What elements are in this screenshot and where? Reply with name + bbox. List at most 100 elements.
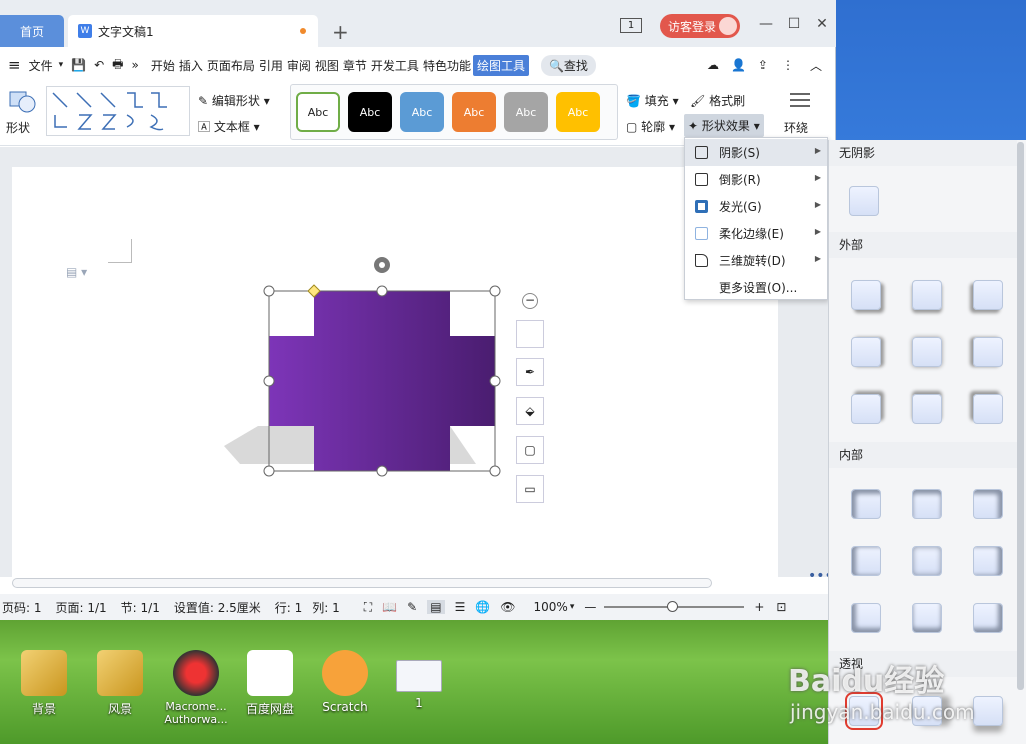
swatch-outer[interactable] <box>973 280 1003 310</box>
desktop-icon-scenery[interactable]: 风景 <box>90 650 150 717</box>
line-gallery[interactable] <box>46 86 190 136</box>
new-tab-button[interactable]: + <box>332 20 349 44</box>
swatch-outer[interactable] <box>851 280 881 310</box>
swatch-inner[interactable] <box>851 603 881 633</box>
collapse-icon[interactable]: − <box>522 293 538 309</box>
swatch-outer[interactable] <box>912 337 942 367</box>
outline-button[interactable]: ▢ 轮廓 ▾ <box>626 118 675 135</box>
swatch-inner[interactable] <box>973 489 1003 519</box>
zoom-chevron-icon[interactable]: ▾ <box>570 602 575 612</box>
desktop-icon-scratch[interactable]: Scratch <box>315 650 375 714</box>
undo-icon[interactable]: ↶ <box>94 58 104 72</box>
minimize-button[interactable]: — <box>756 16 776 32</box>
swatch-perspective[interactable] <box>973 696 1003 726</box>
share-user-icon[interactable]: 👤 <box>731 58 746 72</box>
paragraph-icon[interactable]: ▤ ▾ <box>66 265 87 279</box>
swatch-no-shadow[interactable] <box>849 186 879 216</box>
read-mode-icon[interactable]: 📖 <box>382 600 397 614</box>
wrap-icon[interactable] <box>788 90 812 112</box>
save-icon[interactable]: 💾 <box>71 58 86 72</box>
fill-bucket-icon[interactable]: ⬙ <box>516 397 544 425</box>
style-white[interactable]: Abc <box>296 92 340 132</box>
outline-icon[interactable]: ▢ <box>516 436 544 464</box>
menu-file[interactable]: 文件 <box>27 57 55 74</box>
swatch-inner[interactable] <box>912 603 942 633</box>
menu-layout[interactable]: 页面布局 <box>205 57 257 74</box>
desktop-icon-background[interactable]: 背景 <box>14 650 74 717</box>
cloud-icon[interactable]: ☁ <box>707 58 719 72</box>
eye-icon[interactable]: 👁 <box>500 600 515 614</box>
tab-home[interactable]: 首页 <box>0 15 64 47</box>
zoom-level[interactable]: 100% <box>534 600 568 614</box>
maximize-button[interactable]: ☐ <box>784 16 804 32</box>
menu-item-more-settings[interactable]: 更多设置(O)... <box>685 274 827 301</box>
menu-chapter[interactable]: 章节 <box>341 57 369 74</box>
fill-button[interactable]: 🪣 填充 ▾ <box>626 92 679 109</box>
close-button[interactable]: ✕ <box>812 16 832 32</box>
more-icon[interactable]: » <box>131 58 138 72</box>
style-blue[interactable]: Abc <box>400 92 444 132</box>
menu-item-3d-rotation[interactable]: 三维旋转(D) ▶ <box>685 247 827 274</box>
hamburger-icon[interactable]: ≡ <box>8 56 21 74</box>
horizontal-scrollbar[interactable] <box>12 578 712 588</box>
web-view-icon[interactable]: 🌐 <box>475 600 490 614</box>
search-button[interactable]: 🔍查找 <box>540 54 596 76</box>
menu-reference[interactable]: 引用 <box>257 57 285 74</box>
outline-view-icon[interactable]: ☰ <box>455 600 466 614</box>
style-gray[interactable]: Abc <box>504 92 548 132</box>
menu-item-shadow[interactable]: 阴影(S) ▶ <box>685 139 827 166</box>
swatch-outer[interactable] <box>851 394 881 424</box>
page-count-icon[interactable]: 1 <box>620 18 642 33</box>
swatch-inner[interactable] <box>851 546 881 576</box>
guest-login-button[interactable]: 访客登录 <box>660 14 740 38</box>
menu-insert[interactable]: 插入 <box>177 57 205 74</box>
desktop-icon-baidu-netdisk[interactable]: 百度网盘 <box>240 650 300 717</box>
fit-page-icon[interactable]: ⊡ <box>776 600 786 614</box>
swatch-outer[interactable] <box>973 337 1003 367</box>
swatch-inner[interactable] <box>912 489 942 519</box>
share-icon[interactable]: ⇪ <box>758 58 768 72</box>
shape-icon[interactable] <box>8 88 36 114</box>
menu-drawing-tools[interactable]: 绘图工具 <box>472 54 529 76</box>
edit-mode-icon[interactable]: ✎ <box>407 600 417 614</box>
cross-shape[interactable] <box>210 250 530 480</box>
edit-shape-button[interactable]: ✎ 编辑形状 ▾ <box>198 92 270 109</box>
chevron-down-icon[interactable]: ▾ <box>59 60 64 70</box>
panel-scrollbar[interactable] <box>1017 142 1024 690</box>
swatch-outer[interactable] <box>912 394 942 424</box>
wrap-label[interactable]: 环绕 <box>784 119 808 136</box>
fullscreen-icon[interactable]: ⛶ <box>364 600 372 615</box>
menu-view[interactable]: 视图 <box>313 57 341 74</box>
shape-label[interactable]: 形状 <box>6 119 30 136</box>
style-orange[interactable]: Abc <box>452 92 496 132</box>
menu-developer[interactable]: 开发工具 <box>369 57 421 74</box>
pen-icon[interactable]: ✒ <box>516 358 544 386</box>
zoom-slider[interactable] <box>604 601 745 612</box>
menu-special[interactable]: 特色功能 <box>421 57 473 74</box>
zoom-in-button[interactable]: + <box>754 600 764 614</box>
text-box-icon[interactable]: ▭ <box>516 475 544 503</box>
tab-document[interactable]: W 文字文稿1 <box>68 15 318 47</box>
format-brush-button[interactable]: 🖌 格式刷 <box>690 92 745 109</box>
style-gold[interactable]: Abc <box>556 92 600 132</box>
swatch-inner[interactable] <box>851 489 881 519</box>
textbox-button[interactable]: 🄰 文本框 ▾ <box>198 118 260 135</box>
swatch-outer[interactable] <box>851 337 881 367</box>
print-icon[interactable]: 🖶 <box>112 55 123 76</box>
menu-item-reflection[interactable]: 倒影(R) ▶ <box>685 166 827 193</box>
menu-review[interactable]: 审阅 <box>285 57 313 74</box>
zoom-slider-thumb[interactable] <box>667 601 679 612</box>
menu-item-glow[interactable]: 发光(G) ▶ <box>685 193 827 220</box>
menu-item-soft-edges[interactable]: 柔化边缘(E) ▶ <box>685 220 827 247</box>
style-black[interactable]: Abc <box>348 92 392 132</box>
collapse-ribbon-icon[interactable]: ︿ <box>810 57 822 74</box>
more-vertical-icon[interactable]: ⋮ <box>782 58 794 72</box>
menu-start[interactable]: 开始 <box>149 57 177 74</box>
swatch-inner[interactable] <box>912 546 942 576</box>
desktop-icon-1[interactable]: 1 <box>389 650 449 710</box>
swatch-inner[interactable] <box>973 546 1003 576</box>
page-view-icon[interactable]: ▤ <box>427 600 445 614</box>
shape-effect-button[interactable]: ✦ 形状效果 ▾ <box>684 114 764 137</box>
swatch-outer[interactable] <box>973 394 1003 424</box>
swatch-inner[interactable] <box>973 603 1003 633</box>
